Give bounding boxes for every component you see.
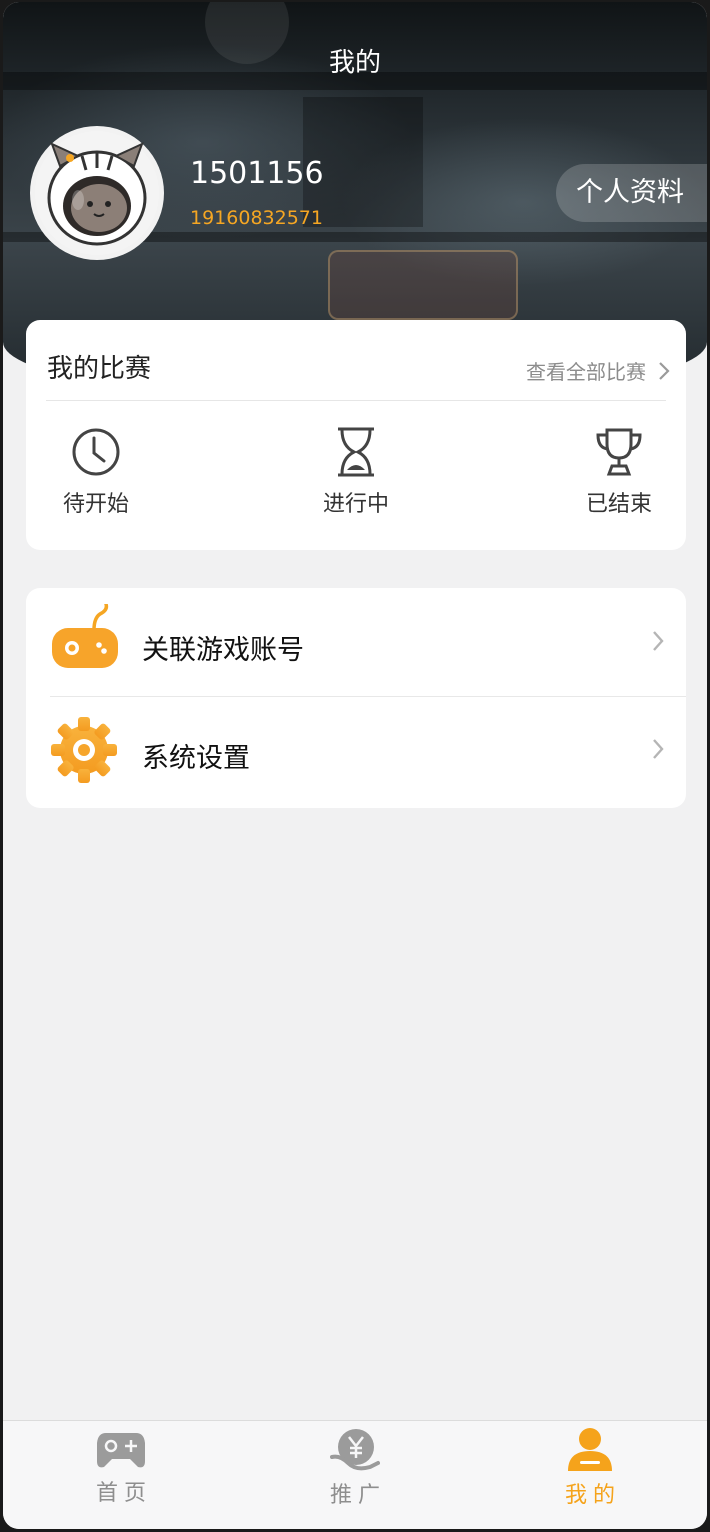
tab-mine[interactable]: 我的 [530, 1427, 650, 1509]
my-matches-card: 我的比赛 查看全部比赛 待开始 进行中 已结束 [26, 320, 686, 550]
cat-astronaut-icon [35, 131, 159, 255]
settings-gear-icon [51, 717, 117, 783]
view-all-matches-link[interactable]: 查看全部比赛 [526, 356, 670, 385]
status-finished-label: 已结束 [585, 492, 652, 517]
status-pending-label: 待开始 [62, 492, 129, 517]
user-id: 1501156 [190, 156, 324, 191]
bottom-tab-bar: 首页 推广 我的 [3, 1420, 707, 1529]
app-screen: 我的 1501156 19160832571 个人资料 我的比赛 查看全部比赛 … [3, 2, 707, 1529]
view-all-label: 查看全部比赛 [526, 360, 646, 384]
tab-home-label: 首页 [95, 1481, 152, 1506]
tab-home[interactable]: 首页 [61, 1427, 181, 1507]
avatar[interactable] [30, 126, 164, 260]
tab-promote-label: 推广 [329, 1483, 386, 1508]
hourglass-icon [338, 427, 374, 477]
page-title: 我的 [328, 48, 381, 78]
trophy-icon [596, 428, 642, 476]
chevron-right-icon [653, 631, 664, 651]
clock-icon [72, 428, 120, 476]
status-ongoing-label: 进行中 [322, 492, 389, 517]
menu-item-system-settings[interactable]: 系统设置 [26, 696, 686, 804]
divider [46, 400, 666, 401]
promote-yen-icon [330, 1429, 380, 1471]
status-ongoing[interactable]: 进行中 [301, 426, 411, 518]
menu-card: 关联游戏账号 系统设置 [26, 588, 686, 808]
tab-promote[interactable]: 推广 [295, 1427, 415, 1509]
gamepad-icon [52, 604, 118, 668]
status-finished[interactable]: 已结束 [564, 426, 674, 518]
status-pending[interactable]: 待开始 [41, 426, 151, 518]
gamepad-tab-icon [97, 1433, 145, 1468]
profile-button[interactable]: 个人资料 [556, 164, 707, 222]
menu-item-label: 系统设置 [142, 743, 250, 774]
chevron-right-icon [659, 361, 670, 380]
user-phone: 19160832571 [190, 207, 323, 229]
tab-mine-label: 我的 [564, 1483, 621, 1508]
menu-item-link-game-account[interactable]: 关联游戏账号 [26, 588, 686, 696]
person-icon [568, 1428, 612, 1471]
my-matches-title: 我的比赛 [47, 354, 152, 384]
menu-item-label: 关联游戏账号 [142, 635, 304, 666]
chevron-right-icon [653, 739, 664, 759]
